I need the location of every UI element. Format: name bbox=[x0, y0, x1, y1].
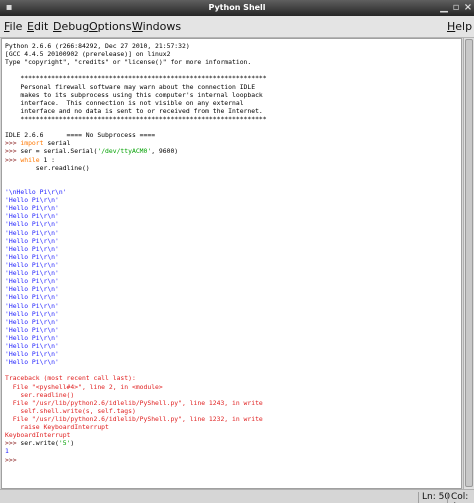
menu-windows[interactable]: Windows bbox=[132, 20, 181, 33]
shell-line: interface and no data is sent to or rece… bbox=[5, 106, 263, 115]
shell-line: 'Hello Pi\r\n' bbox=[5, 204, 59, 213]
status-bar: Ln: 50 Col: 4 bbox=[0, 489, 474, 503]
shell-token: ser = serial.Serial( bbox=[20, 147, 98, 156]
shell-line: raise KeyboardInterrupt bbox=[5, 423, 109, 432]
shell-line: >>> ser.write('5') bbox=[5, 439, 461, 447]
shell-prompt: >>> bbox=[5, 155, 21, 164]
menu-edit[interactable]: Edit bbox=[27, 20, 48, 33]
shell-line: 'Hello Pi\r\n' bbox=[5, 252, 59, 261]
shell-prompt: >>> bbox=[5, 439, 21, 448]
shell-line: KeyboardInterrupt bbox=[5, 431, 71, 440]
shell-line: ser.readline() bbox=[5, 163, 90, 172]
shell-token: '5' bbox=[58, 439, 71, 448]
maximize-icon[interactable]: ▫ bbox=[450, 2, 462, 14]
shell-line: 1 bbox=[5, 447, 9, 456]
shell-line: IDLE 2.6.6 ==== No Subprocess ==== bbox=[5, 131, 156, 140]
menu-debug[interactable]: Debug bbox=[53, 20, 89, 33]
shell-token: import bbox=[20, 139, 44, 148]
shell-line: >>> import serial bbox=[5, 139, 461, 147]
shell-prompt: >>> bbox=[5, 455, 21, 464]
shell-line: [GCC 4.4.5 20100902 (prerelease)] on lin… bbox=[5, 50, 171, 59]
shell-prompt: >>> bbox=[5, 147, 21, 156]
menu-file[interactable]: File bbox=[4, 20, 22, 33]
shell-token: , 9600) bbox=[151, 147, 179, 156]
shell-line: 'Hello Pi\r\n' bbox=[5, 342, 59, 351]
menu-help[interactable]: Help bbox=[447, 20, 472, 33]
shell-line: 'Hello Pi\r\n' bbox=[5, 325, 59, 334]
shell-line: >>> while 1 : bbox=[5, 156, 461, 164]
shell-line: 'Hello Pi\r\n' bbox=[5, 301, 59, 310]
shell-line: 'Hello Pi\r\n' bbox=[5, 196, 59, 205]
column-number-status: Col: 4 bbox=[447, 492, 474, 503]
shell-line: '\nHello Pi\r\n' bbox=[5, 187, 67, 196]
shell-token: '/dev/ttyACM0' bbox=[97, 147, 152, 156]
shell-line: >>> ser = serial.Serial('/dev/ttyACM0', … bbox=[5, 147, 461, 155]
shell-line: 'Hello Pi\r\n' bbox=[5, 350, 59, 359]
shell-line: File "/usr/lib/python2.6/idlelib/PyShell… bbox=[5, 415, 263, 424]
shell-line: 'Hello Pi\r\n' bbox=[5, 212, 59, 221]
title-bar: ▪ Python Shell ▁ ▫ × bbox=[0, 0, 474, 16]
shell-token: ) bbox=[70, 439, 75, 448]
shell-line: File "<pyshell#4>", line 2, in <module> bbox=[5, 382, 163, 391]
shell-line: 'Hello Pi\r\n' bbox=[5, 333, 59, 342]
shell-line: Personal firewall software may warn abou… bbox=[5, 82, 256, 91]
shell-line: File "/usr/lib/python2.6/idlelib/PyShell… bbox=[5, 398, 263, 407]
shell-token: 1 : bbox=[39, 155, 56, 164]
shell-line: 'Hello Pi\r\n' bbox=[5, 358, 59, 367]
shell-prompt: >>> bbox=[5, 139, 21, 148]
minimize-icon[interactable]: ▁ bbox=[438, 2, 450, 14]
shell-line: Type "copyright", "credits" or "license(… bbox=[5, 58, 252, 67]
shell-line: 'Hello Pi\r\n' bbox=[5, 269, 59, 278]
shell-line: >>> bbox=[5, 456, 461, 464]
menu-options[interactable]: Options bbox=[89, 20, 131, 33]
shell-line: 'Hello Pi\r\n' bbox=[5, 260, 59, 269]
shell-line: ****************************************… bbox=[5, 114, 267, 123]
shell-line: ser.readline() bbox=[5, 390, 75, 399]
shell-line: 'Hello Pi\r\n' bbox=[5, 228, 59, 237]
shell-token: serial bbox=[43, 139, 71, 148]
shell-line: 'Hello Pi\r\n' bbox=[5, 244, 59, 253]
window-title: Python Shell bbox=[208, 3, 266, 12]
shell-line: 'Hello Pi\r\n' bbox=[5, 277, 59, 286]
shell-line: Traceback (most recent call last): bbox=[5, 374, 136, 383]
close-icon[interactable]: × bbox=[462, 2, 474, 14]
shell-text-area[interactable]: Python 2.6.6 (r266:84292, Dec 27 2010, 2… bbox=[1, 38, 462, 489]
shell-line: ****************************************… bbox=[5, 74, 267, 83]
shell-line: 'Hello Pi\r\n' bbox=[5, 236, 59, 245]
shell-line: 'Hello Pi\r\n' bbox=[5, 285, 59, 294]
shell-line: interface. This connection is not visibl… bbox=[5, 98, 244, 107]
scrollbar-thumb[interactable] bbox=[465, 39, 473, 487]
vertical-scrollbar[interactable] bbox=[463, 38, 474, 489]
shell-line: Python 2.6.6 (r266:84292, Dec 27 2010, 2… bbox=[5, 42, 190, 50]
shell-line: self.shell.write(s, self.tags) bbox=[5, 406, 136, 415]
shell-line: 'Hello Pi\r\n' bbox=[5, 293, 59, 302]
shell-line: 'Hello Pi\r\n' bbox=[5, 317, 59, 326]
shell-line: 'Hello Pi\r\n' bbox=[5, 309, 59, 318]
shell-line: 'Hello Pi\r\n' bbox=[5, 220, 59, 229]
menu-bar: File Edit Debug Options Windows Help bbox=[0, 16, 474, 38]
line-number-status: Ln: 50 bbox=[418, 492, 450, 503]
shell-line: makes to its subprocess using this compu… bbox=[5, 90, 263, 99]
shell-token: ser.write( bbox=[20, 439, 59, 448]
shell-token: while bbox=[20, 155, 40, 164]
